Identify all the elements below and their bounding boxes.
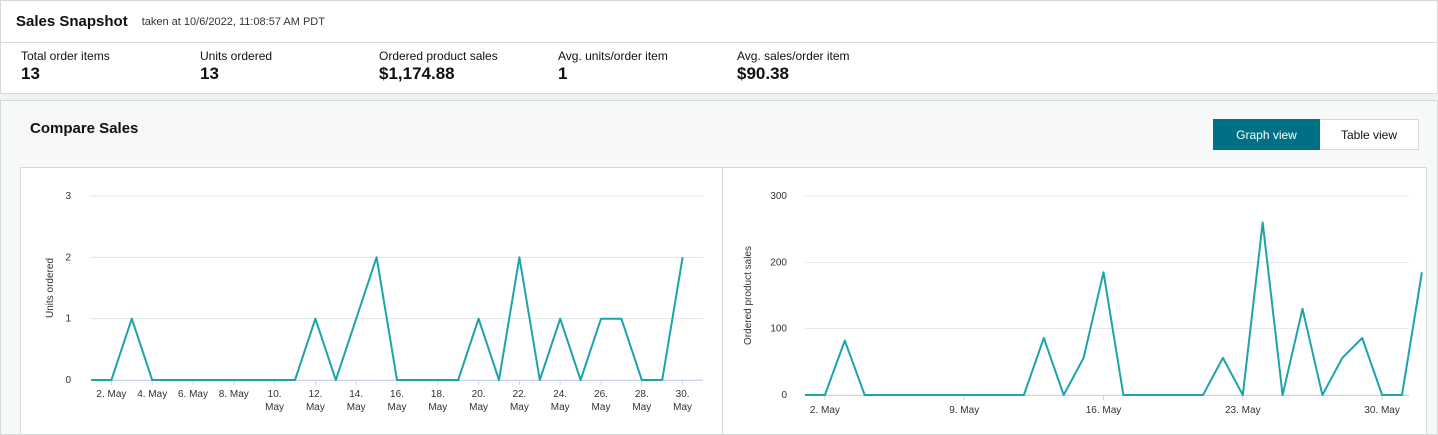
metric-value: 13 (200, 64, 219, 83)
x-tick-label: 6. May (178, 389, 208, 400)
y-tick-label: 0 (781, 390, 787, 401)
x-tick-label: 9. May (949, 405, 979, 416)
metric-label: Total order items (21, 49, 110, 63)
metric-value: $90.38 (737, 64, 789, 83)
series-line (805, 221, 1423, 396)
ordered-product-sales-chart-svg: 0 100 200 300 Ordered product sales 2. May 9. … (743, 191, 1423, 416)
units-ordered-chart-svg: 0 1 2 3 Units ordered 2. May 4. May 6. May 8. Ma… (45, 191, 703, 413)
y-tick-label: 3 (65, 191, 71, 202)
y-tick-label: 100 (770, 324, 787, 335)
view-toggle: Graph view Table view (1213, 119, 1419, 150)
metric-label: Avg. units/order item (558, 49, 668, 63)
y-tick-label: 1 (65, 314, 71, 325)
y-tick-label: 200 (770, 257, 787, 268)
sales-snapshot-title: Sales Snapshot (16, 13, 128, 30)
x-tick-label: 28. (635, 389, 649, 400)
units-ordered-chart: 0 1 2 3 Units ordered 2. May 4. May 6. May 8. Ma… (20, 167, 723, 435)
snapshot-timestamp: taken at 10/6/2022, 11:08:57 AM PDT (141, 15, 325, 28)
x-tick-label: 8. May (219, 389, 249, 400)
metric-value: 1 (558, 64, 568, 83)
x-tick-label: 18. (431, 389, 445, 400)
y-axis-title: Ordered product sales (743, 246, 754, 345)
metric-label: Avg. sales/order item (737, 49, 850, 63)
x-tick-label: 30. (676, 389, 690, 400)
ordered-product-sales-chart: 0 100 200 300 Ordered product sales 2. May 9. … (722, 167, 1427, 435)
x-tick-label: May (265, 402, 284, 413)
metric-value: $1,174.88 (379, 64, 455, 83)
x-tick-label: 30. May (1364, 405, 1400, 416)
x-tick-label: May (428, 402, 447, 413)
x-tick-label: May (673, 402, 692, 413)
x-tick-label: 14. (349, 389, 363, 400)
x-tick-label: May (592, 402, 611, 413)
x-tick-label: May (347, 402, 366, 413)
x-tick-label: 16. May (1086, 405, 1122, 416)
x-tick-label: 16. (390, 389, 404, 400)
x-tick-label: 4. May (137, 389, 167, 400)
metrics-bar: Total order items 13 Units ordered 13 Or… (0, 42, 1438, 94)
x-tick-label: 24. (553, 389, 567, 400)
x-tick-label: 20. (472, 389, 486, 400)
x-tick-label: May (388, 402, 407, 413)
x-tick-label: 10. (268, 389, 282, 400)
metric-ordered-product-sales: Ordered product sales $1,174.88 (379, 49, 498, 84)
x-tick-label: May (551, 402, 570, 413)
table-view-button[interactable]: Table view (1320, 119, 1419, 150)
graph-view-button[interactable]: Graph view (1213, 119, 1320, 150)
x-tick-label: 23. May (1225, 405, 1261, 416)
metric-avg-units-per-order-item: Avg. units/order item 1 (558, 49, 668, 84)
x-tick-label: 2. May (96, 389, 126, 400)
x-tick-label: 12. (308, 389, 322, 400)
metric-value: 13 (21, 64, 40, 83)
x-tick-label: 22. (512, 389, 526, 400)
y-tick-label: 0 (65, 375, 71, 386)
metric-label: Ordered product sales (379, 49, 498, 63)
y-tick-label: 300 (770, 191, 787, 202)
metric-total-order-items: Total order items 13 (21, 49, 110, 84)
x-tick-label: 2. May (810, 405, 840, 416)
x-tick-label: May (632, 402, 651, 413)
x-tick-label: May (306, 402, 325, 413)
compare-sales-title: Compare Sales (30, 120, 139, 137)
x-tick-label: 26. (594, 389, 608, 400)
x-tick-label: May (510, 402, 529, 413)
y-axis-title: Units ordered (45, 258, 56, 318)
metric-units-ordered: Units ordered 13 (200, 49, 272, 84)
x-tick-label: May (469, 402, 488, 413)
sales-snapshot-header: Sales Snapshot taken at 10/6/2022, 11:08… (0, 0, 1438, 42)
metric-label: Units ordered (200, 49, 273, 63)
y-tick-label: 2 (65, 252, 71, 263)
metric-avg-sales-per-order-item: Avg. sales/order item $90.38 (737, 49, 850, 84)
